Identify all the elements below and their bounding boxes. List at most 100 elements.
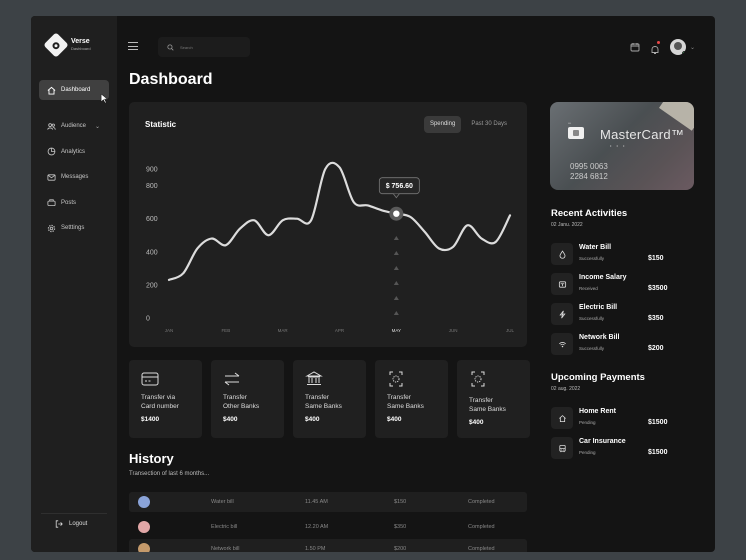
hamburger-menu-icon[interactable] <box>128 42 138 50</box>
arrows-exchange-icon <box>224 372 240 386</box>
table-row[interactable]: Network bill 1.50 PM $200 Completed <box>129 539 527 552</box>
logout-button[interactable]: Logout <box>55 520 87 528</box>
statistic-tabs: Spending Past 30 Days <box>423 116 513 133</box>
upcoming-payments-title: Upcoming Payments <box>551 372 645 383</box>
transfer-amount: $400 <box>223 416 238 423</box>
payment-item[interactable]: Home Rent Pending $1500 <box>551 406 699 431</box>
sidebar-item-settings[interactable]: Setttings <box>39 218 109 238</box>
history-time: 11.45 AM <box>305 499 328 505</box>
activity-item[interactable]: Network Bill Successfully $200 <box>551 332 699 357</box>
card-brand: MasterCard™ <box>600 127 685 142</box>
activity-status: Successfully <box>579 346 605 351</box>
mail-icon <box>47 173 56 181</box>
sidebar-item-audience[interactable]: Audience ⌄ <box>39 116 109 136</box>
recent-activities-date: 02 Janu. 2022 <box>551 222 583 228</box>
y-tick-label: 200 <box>146 282 158 289</box>
history-time: 12.20 AM <box>305 524 329 530</box>
transfer-amount: $1400 <box>141 416 160 423</box>
transfer-amount: $400 <box>387 416 402 423</box>
payment-item[interactable]: Car Insurance Pending $1500 <box>551 436 699 461</box>
table-row[interactable]: Water bill 11.45 AM $150 Completed <box>129 492 527 512</box>
history-name: Network bill <box>211 546 240 552</box>
marker-triangle <box>393 281 399 285</box>
scan-icon <box>471 371 485 387</box>
avatar <box>138 521 150 533</box>
activity-amount: $3500 <box>648 285 668 292</box>
wifi-icon <box>551 333 573 355</box>
page-title: Dashboard <box>129 71 213 88</box>
chevron-down-icon: ⌄ <box>95 123 101 130</box>
activity-item[interactable]: Water Bill Successfully $150 <box>551 242 699 267</box>
bell-icon <box>651 46 659 54</box>
history-status: Completed <box>468 546 495 552</box>
y-tick-label: 0 <box>146 316 150 323</box>
recent-activities-title: Recent Activities <box>551 208 628 219</box>
sidebar-item-posts[interactable]: Posts <box>39 193 109 213</box>
sidebar-divider <box>41 513 107 514</box>
calendar-icon[interactable] <box>630 42 640 52</box>
x-tick-label: MAR <box>278 328 289 333</box>
transfer-same-banks[interactable]: Transfer Same Banks $400 <box>293 360 366 438</box>
x-tick-label: JAN <box>165 328 174 333</box>
users-icon <box>47 122 56 130</box>
payment-status: Pending <box>579 420 596 425</box>
car-icon <box>551 437 573 459</box>
online-status-dot <box>681 51 686 55</box>
search-icon <box>167 43 174 51</box>
history-status: Completed <box>468 499 495 505</box>
table-row[interactable]: Electric bill 12.20 AM $350 Completed <box>129 517 527 537</box>
activity-item[interactable]: Income Salary Received $3500 <box>551 272 699 297</box>
marker-triangle <box>393 236 399 240</box>
sidebar-item-label: Analytics <box>61 148 86 155</box>
lightning-icon <box>551 303 573 325</box>
sidebar-item-dashboard[interactable]: Dashboard <box>39 80 109 103</box>
brand-subtitle: Dashboard <box>71 46 91 51</box>
tab-spending[interactable]: Spending <box>423 116 462 133</box>
statistic-title: Statistic <box>145 120 177 129</box>
marker-triangle <box>393 266 399 270</box>
credit-card[interactable]: ••• MasterCard™ • • • 0995 0063 2284 681… <box>550 102 694 190</box>
activity-amount: $200 <box>648 345 664 352</box>
x-tick-label: JUL <box>506 328 514 333</box>
brand[interactable]: Verse Dashboard <box>43 32 91 58</box>
sidebar-item-label: Audience <box>61 123 87 129</box>
transfer-amount: $400 <box>305 416 320 423</box>
gear-icon <box>47 224 56 232</box>
briefcase-icon <box>47 199 56 207</box>
payment-status: Pending <box>579 450 596 455</box>
sidebar-item-messages[interactable]: Messages <box>39 167 109 187</box>
payment-amount: $1500 <box>648 419 668 426</box>
logout-icon <box>55 520 63 528</box>
transfer-same-banks-scan-2[interactable]: Transfer Same Banks $400 <box>457 360 530 438</box>
transfer-same-banks-scan[interactable]: Transfer Same Banks $400 <box>375 360 448 438</box>
transfer-label: Transfer Same Banks <box>387 394 424 410</box>
transfer-other-banks[interactable]: Transfer Other Banks $400 <box>211 360 284 438</box>
payment-name: Car Insurance <box>579 438 626 445</box>
transfer-cards: Transfer via Card number $1400 Transfer … <box>129 360 530 438</box>
history-time: 1.50 PM <box>305 546 326 552</box>
card-chip-icon <box>568 127 584 139</box>
transfer-label: Transfer Other Banks <box>223 394 260 410</box>
notifications-button[interactable] <box>650 41 660 54</box>
sidebar-nav: Dashboard Audience ⌄ Analytics Messages … <box>39 80 109 244</box>
sidebar-item-label: Posts <box>61 199 77 206</box>
transfer-card-number[interactable]: Transfer via Card number $1400 <box>129 360 202 438</box>
activity-name: Income Salary <box>579 274 627 281</box>
payment-name: Home Rent <box>579 408 616 415</box>
bank-icon <box>305 371 323 385</box>
card-dots: • • • <box>610 143 627 148</box>
activity-amount: $150 <box>648 255 664 262</box>
history-name: Water bill <box>211 499 234 505</box>
search-input[interactable]: Search <box>158 37 250 57</box>
y-tick-label: 900 <box>146 167 158 174</box>
history-amount: $350 <box>394 524 407 530</box>
activity-item[interactable]: Electric Bill Successfully $350 <box>551 302 699 327</box>
user-avatar[interactable] <box>669 39 686 55</box>
chevron-down-icon[interactable]: ⌄ <box>690 44 695 51</box>
activity-name: Water Bill <box>579 244 612 251</box>
activity-name: Network Bill <box>579 334 620 341</box>
sidebar-item-analytics[interactable]: Analytics <box>39 142 109 162</box>
tab-past-30-days[interactable]: Past 30 Days <box>465 116 513 133</box>
wallet-icon <box>551 273 573 295</box>
notification-dot <box>656 41 660 44</box>
